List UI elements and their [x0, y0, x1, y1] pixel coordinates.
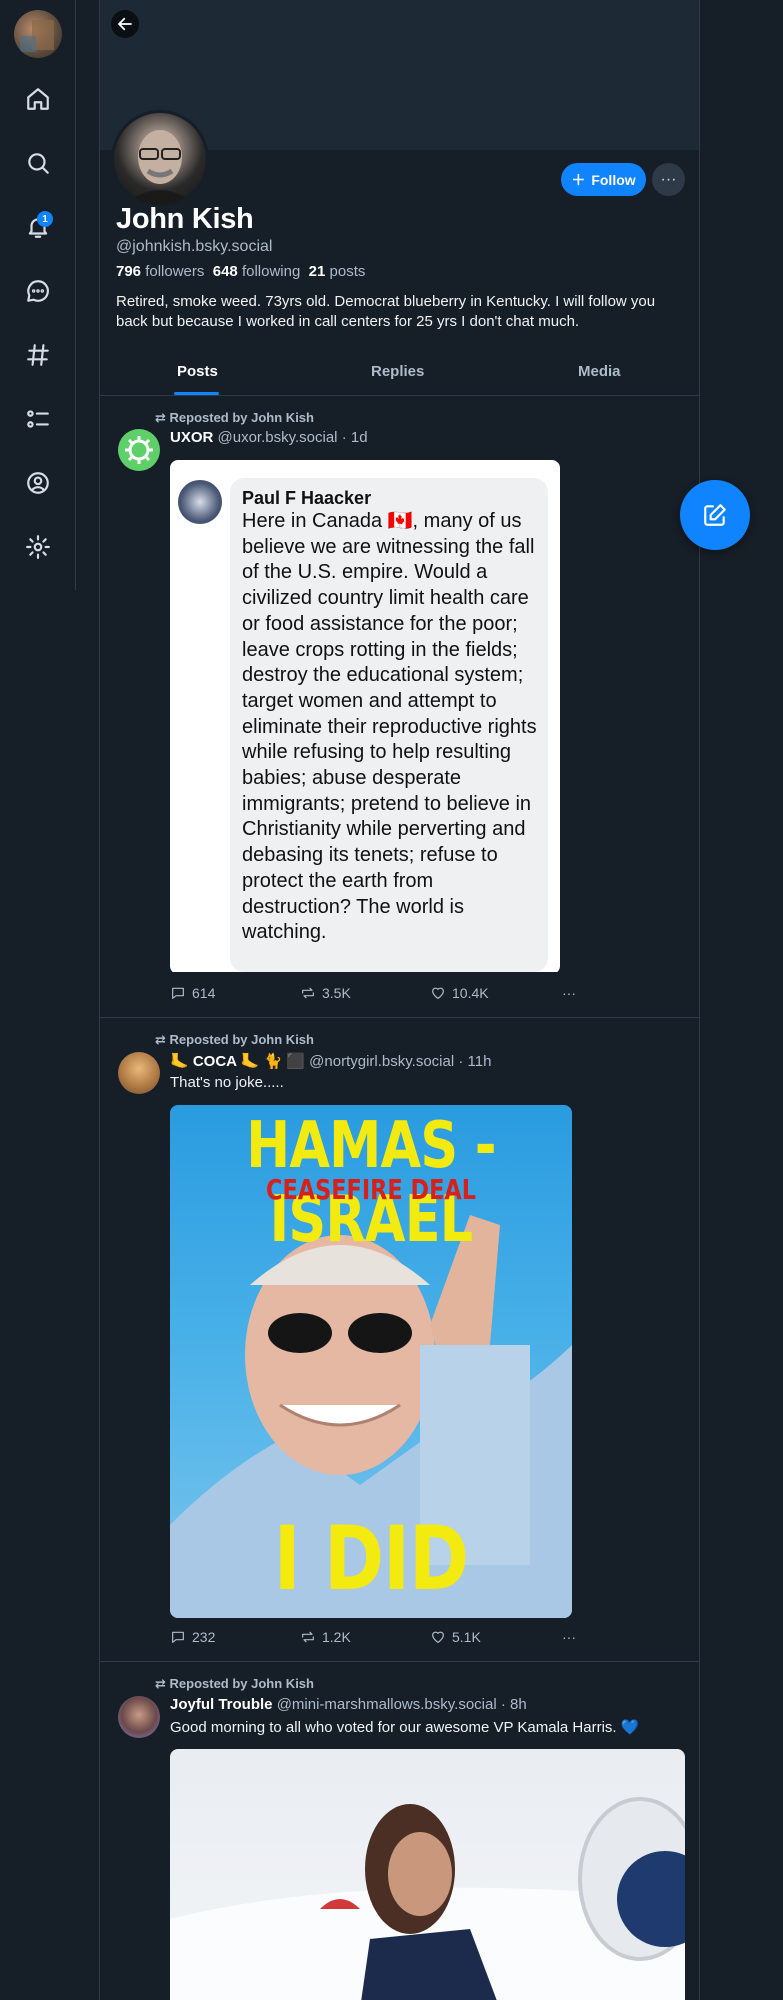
- post-time[interactable]: · 1d: [342, 429, 368, 446]
- repost-icon: [302, 1631, 314, 1643]
- tab-posts[interactable]: Posts: [177, 363, 218, 380]
- screenshot-card: Paul F Haacker Here in Canada 🇨🇦, many o…: [170, 460, 560, 972]
- post-header: Joyful Trouble @mini-marshmallows.bsky.s…: [170, 1696, 527, 1713]
- tab-media[interactable]: Media: [578, 363, 621, 380]
- nav-divider: [75, 0, 76, 590]
- post-actions: 232 1.2K 5.1K ···: [170, 1629, 580, 1649]
- post-text: Good morning to all who voted for our aw…: [170, 1719, 640, 1736]
- meme-caption: I DID THAT: [268, 1507, 475, 1618]
- heart-icon: [432, 987, 444, 999]
- settings-gear-icon[interactable]: [22, 531, 54, 563]
- repost-button[interactable]: 1.2K: [300, 1629, 351, 1645]
- post-author-name[interactable]: Joyful Trouble: [170, 1696, 273, 1713]
- ellipsis-icon: ···: [660, 170, 677, 188]
- profile-tabs: Posts Replies Media: [100, 357, 699, 396]
- repost-icon: ⇄: [155, 410, 170, 425]
- reply-button[interactable]: 614: [170, 985, 215, 1001]
- current-user-avatar[interactable]: [14, 10, 62, 58]
- search-icon[interactable]: [22, 147, 54, 179]
- profile-bio: Retired, smoke weed. 73yrs old. Democrat…: [116, 293, 656, 330]
- posts-stat: 21 posts: [308, 263, 366, 280]
- notification-count-badge: 1: [37, 211, 53, 227]
- plus-icon: ＋: [571, 171, 586, 188]
- meme-image: HAMAS - ISRAEL CEASEFIRE DEAL I DID THAT: [170, 1105, 572, 1618]
- post-actions: 614 3.5K 10.4K ···: [170, 985, 580, 1005]
- post-author-handle[interactable]: @mini-marshmallows.bsky.social: [277, 1696, 497, 1713]
- repost-label: ⇄ Reposted by John Kish: [155, 1032, 314, 1047]
- compose-button[interactable]: [680, 480, 750, 550]
- comment-text: Here in Canada 🇨🇦, many of us believe we…: [242, 510, 537, 944]
- post-image[interactable]: Paul F Haacker Here in Canada 🇨🇦, many o…: [170, 460, 560, 974]
- chat-icon[interactable]: [22, 275, 54, 307]
- repost-icon: ⇄: [155, 1032, 170, 1047]
- repost-label: ⇄ Reposted by John Kish: [155, 410, 314, 425]
- followers-stat[interactable]: 796 followers: [116, 263, 204, 280]
- repost-icon: [302, 987, 314, 999]
- profile-icon[interactable]: [22, 467, 54, 499]
- arrow-left-icon: [118, 17, 132, 31]
- ellipsis-icon: ···: [562, 1629, 576, 1645]
- post-author-name[interactable]: 🦶 COCA 🦶 🐈 ⬛: [170, 1053, 305, 1070]
- profile-avatar[interactable]: [111, 110, 209, 208]
- post-image[interactable]: [170, 1749, 685, 2000]
- back-button[interactable]: [111, 10, 139, 38]
- follow-label: Follow: [591, 171, 636, 188]
- post-divider: [100, 1017, 699, 1018]
- feed-left-border: [99, 0, 100, 2000]
- following-stat[interactable]: 648 following: [213, 263, 301, 280]
- tab-replies[interactable]: Replies: [371, 363, 424, 380]
- post-author-handle[interactable]: @nortygirl.bsky.social: [309, 1053, 454, 1070]
- post-author-name[interactable]: UXOR: [170, 429, 213, 446]
- post-author-avatar[interactable]: [118, 1052, 160, 1094]
- display-name: John Kish: [116, 203, 254, 235]
- feed-right-border: [699, 0, 700, 2000]
- post-text: That's no joke.....: [170, 1074, 284, 1091]
- reply-button[interactable]: 232: [170, 1629, 215, 1645]
- repost-icon: ⇄: [155, 1676, 170, 1691]
- profile-stats: 796 followers 648 following 21 posts: [116, 263, 365, 280]
- photo-image: [170, 1749, 685, 2000]
- post-time[interactable]: · 11h: [458, 1053, 491, 1070]
- like-button[interactable]: 5.1K: [430, 1629, 481, 1645]
- repost-button[interactable]: 3.5K: [300, 985, 351, 1001]
- post-more-button[interactable]: ···: [562, 985, 576, 1001]
- post-divider: [100, 1661, 699, 1662]
- follow-button[interactable]: ＋ Follow: [561, 163, 646, 196]
- post-image[interactable]: HAMAS - ISRAEL CEASEFIRE DEAL I DID THAT: [170, 1105, 572, 1618]
- feeds-hashtag-icon[interactable]: [22, 339, 54, 371]
- reply-icon: [172, 1631, 184, 1643]
- post-more-button[interactable]: ···: [562, 1629, 576, 1645]
- meme-subheadline: CEASEFIRE DEAL: [266, 1173, 476, 1206]
- post-author-avatar[interactable]: [118, 429, 160, 471]
- lists-icon[interactable]: [22, 403, 54, 435]
- post-header: 🦶 COCA 🦶 🐈 ⬛ @nortygirl.bsky.social · 11…: [170, 1052, 491, 1070]
- post-header: UXOR @uxor.bsky.social · 1d: [170, 429, 368, 446]
- repost-label: ⇄ Reposted by John Kish: [155, 1676, 314, 1691]
- reply-icon: [172, 987, 184, 999]
- active-tab-indicator: [174, 392, 219, 395]
- commenter-name: Paul F Haacker: [242, 488, 372, 508]
- post-time[interactable]: · 8h: [501, 1696, 527, 1713]
- compose-pencil-icon: [704, 504, 726, 526]
- home-icon[interactable]: [22, 83, 54, 115]
- commenter-avatar: [178, 480, 222, 524]
- handle: @johnkish.bsky.social: [116, 238, 273, 255]
- post-author-handle[interactable]: @uxor.bsky.social: [218, 429, 338, 446]
- more-options-button[interactable]: ···: [652, 163, 685, 196]
- ellipsis-icon: ···: [562, 985, 576, 1001]
- heart-icon: [432, 1631, 444, 1643]
- post-author-avatar[interactable]: [118, 1696, 160, 1738]
- like-button[interactable]: 10.4K: [430, 985, 489, 1001]
